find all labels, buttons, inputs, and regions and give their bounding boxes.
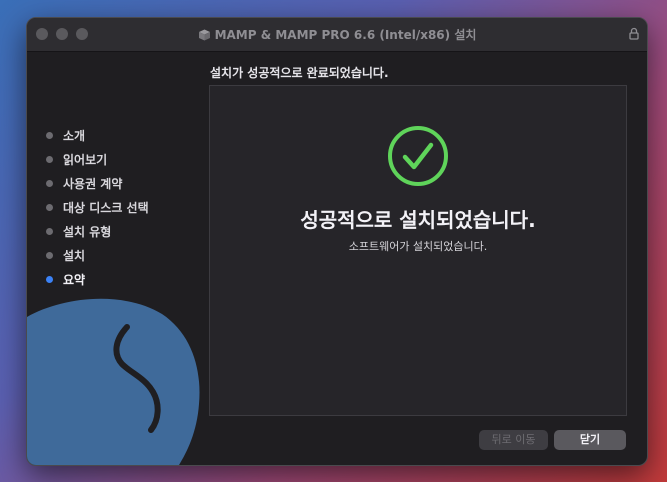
step-dot (46, 204, 53, 211)
step-readme: 읽어보기 (46, 148, 149, 172)
installer-window: MAMP & MAMP PRO 6.6 (Intel/x86) 설치 소개 읽어… (26, 17, 648, 466)
step-label: 소개 (63, 129, 86, 143)
checkmark-circle-icon (388, 126, 448, 186)
content-panel: 성공적으로 설치되었습니다. 소프트웨어가 설치되었습니다. (209, 85, 627, 416)
sidebar: 소개 읽어보기 사용권 계약 대상 디스크 선택 설치 유형 설치 요약 (27, 52, 209, 465)
window-title-text: MAMP & MAMP PRO 6.6 (Intel/x86) 설치 (214, 28, 477, 42)
step-intro: 소개 (46, 124, 149, 148)
step-label: 설치 유형 (63, 225, 112, 239)
step-dot (46, 228, 53, 235)
step-label: 설치 (63, 249, 86, 263)
step-installation: 설치 (46, 244, 149, 268)
step-label: 사용권 계약 (63, 177, 123, 191)
page-heading: 설치가 성공적으로 완료되었습니다. (210, 66, 389, 80)
package-icon (198, 29, 210, 41)
lock-icon (629, 27, 639, 40)
close-button[interactable]: 닫기 (554, 430, 626, 450)
step-dot (46, 132, 53, 139)
window-title: MAMP & MAMP PRO 6.6 (Intel/x86) 설치 (27, 26, 647, 43)
step-dot (46, 156, 53, 163)
step-destination: 대상 디스크 선택 (46, 196, 149, 220)
installer-steps: 소개 읽어보기 사용권 계약 대상 디스크 선택 설치 유형 설치 요약 (46, 124, 149, 292)
step-dot (46, 252, 53, 259)
step-dot-active (46, 276, 53, 283)
step-summary: 요약 (46, 268, 149, 292)
step-install-type: 설치 유형 (46, 220, 149, 244)
step-dot (46, 180, 53, 187)
step-label: 대상 디스크 선택 (63, 201, 149, 215)
success-title: 성공적으로 설치되었습니다. (300, 208, 536, 232)
back-button[interactable]: 뒤로 이동 (479, 430, 548, 450)
title-bar: MAMP & MAMP PRO 6.6 (Intel/x86) 설치 (27, 18, 647, 52)
step-license: 사용권 계약 (46, 172, 149, 196)
step-label: 읽어보기 (63, 153, 108, 167)
success-subtitle: 소프트웨어가 설치되었습니다. (348, 240, 488, 253)
step-label: 요약 (63, 273, 86, 287)
